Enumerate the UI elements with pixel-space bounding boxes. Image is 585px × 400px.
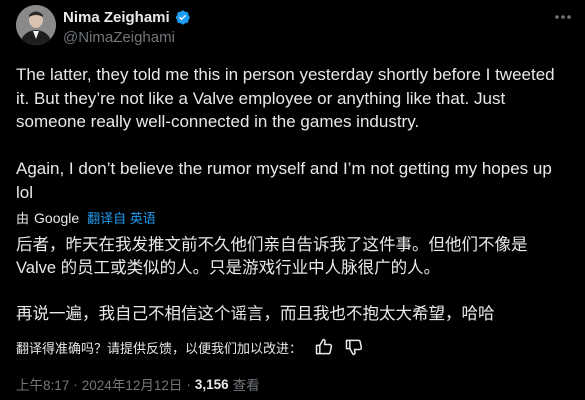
verified-badge-icon[interactable] <box>174 9 191 26</box>
views-label: 查看 <box>232 378 260 393</box>
author-handle[interactable]: @NimaZeighami <box>63 29 175 46</box>
avatar-image <box>16 5 56 45</box>
feedback-prompt: 翻译得准确吗？请提供反馈，以便我们加以改进： <box>16 340 303 356</box>
tweet-time[interactable]: 上午8:17 <box>16 374 69 394</box>
tweet-date[interactable]: 2024年12月12日 <box>82 374 183 394</box>
translated-text: 后者，昨天在我发推文前不久他们亲自告诉我了这件事。但他们不像是 Valve 的员… <box>16 236 528 323</box>
translated-by-label: 由 <box>16 211 30 226</box>
avatar[interactable] <box>16 5 56 45</box>
thumbs-up-icon[interactable] <box>314 337 334 357</box>
translated-from-link[interactable]: 翻译自 英语 <box>87 208 156 227</box>
translation-attribution: 由 Google 翻译自 英语 <box>16 208 156 227</box>
google-logo: Google <box>34 209 80 226</box>
thumbs-down-icon[interactable] <box>344 337 364 357</box>
translation-feedback: 翻译得准确吗？请提供反馈，以便我们加以改进： <box>16 337 364 357</box>
author-display-name[interactable]: Nima Zeighami <box>63 9 170 26</box>
more-horizontal-icon[interactable] <box>552 8 574 26</box>
author-name-row: Nima Zeighami <box>63 9 191 26</box>
views-count: 3,156 <box>194 376 229 392</box>
meta-separator: · <box>186 376 191 392</box>
tweet-text: The latter, they told me this in person … <box>16 65 555 202</box>
tweet-meta: 上午8:17 · 2024年12月12日 · 3,156 查看 <box>16 374 260 394</box>
meta-separator: · <box>73 376 78 392</box>
